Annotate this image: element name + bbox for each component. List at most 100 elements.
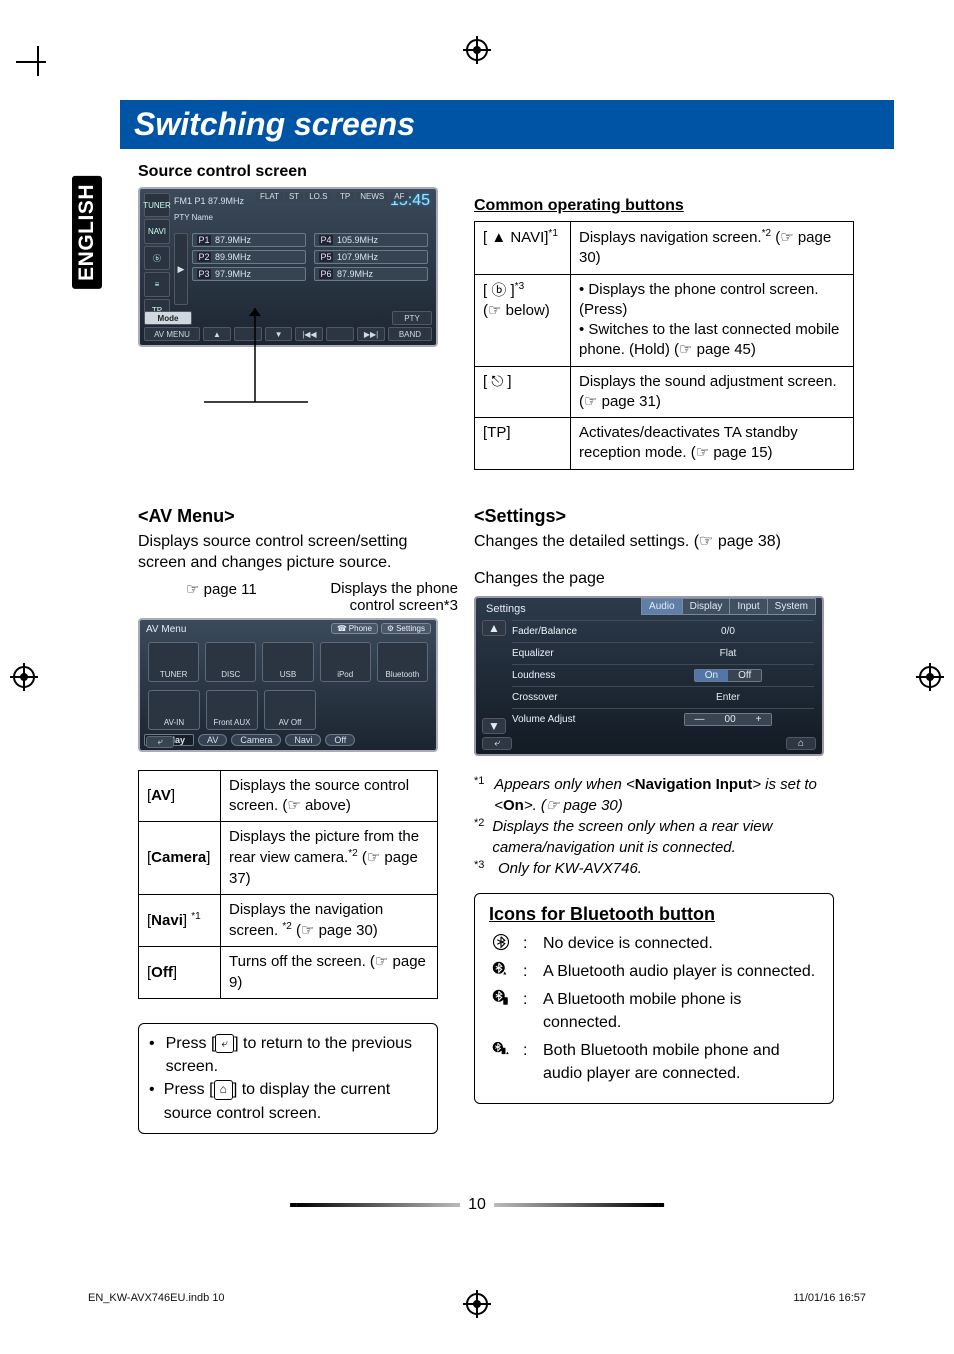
sb-tuner[interactable]: TUNER <box>144 193 170 217</box>
settings-row[interactable]: EqualizerFlat <box>512 642 814 664</box>
chip: NEWS <box>356 192 388 201</box>
display-option[interactable]: Camera <box>231 734 281 746</box>
settings-button[interactable]: ⚙Settings <box>381 623 431 634</box>
source-control-heading: Source control screen <box>138 163 894 181</box>
settings-heading: <Settings> <box>474 506 854 527</box>
tip: Press [⤶] to return to the previous scre… <box>166 1032 427 1078</box>
settings-tab[interactable]: Display <box>683 598 731 615</box>
preset-button[interactable]: P397.9MHz <box>192 267 306 281</box>
back-button[interactable]: ⤶ <box>482 737 512 750</box>
display-option[interactable]: AV <box>198 734 227 746</box>
display-option[interactable]: Off <box>325 734 355 746</box>
avmenu-heading: <AV Menu> <box>138 506 458 527</box>
common-buttons-heading: Common operating buttons <box>474 197 854 215</box>
av-key: [Off] <box>139 947 221 999</box>
footer-file: EN_KW-AVX746EU.indb 10 <box>88 1292 225 1304</box>
sb-eq[interactable]: ≡ <box>144 272 170 296</box>
bluetooth-icon <box>489 989 513 1034</box>
settings-row[interactable]: LoudnessOnOff <box>512 664 814 686</box>
registration-mark <box>916 663 944 691</box>
op-val: Displays the sound adjustment screen. (☞… <box>571 366 854 418</box>
settings-row[interactable]: CrossoverEnter <box>512 686 814 708</box>
footnote: *2Displays the screen only when a rear v… <box>474 816 854 858</box>
callout-arrow <box>140 308 380 428</box>
settings-tab[interactable]: Audio <box>641 598 683 615</box>
av-val: Displays the picture from the rear view … <box>221 822 438 895</box>
preset-button[interactable]: P687.9MHz <box>314 267 428 281</box>
bluetooth-icon <box>489 933 513 955</box>
registration-mark <box>463 36 491 64</box>
tips-box: •Press [⤶] to return to the previous scr… <box>138 1023 438 1134</box>
chip: TP <box>336 192 354 201</box>
av-val: Displays the source control screen. (☞ a… <box>221 770 438 822</box>
play-indicator: ▶ <box>174 233 188 305</box>
preset-button[interactable]: P187.9MHz <box>192 233 306 247</box>
crop-mark <box>16 16 60 81</box>
bt-icon-row: :A Bluetooth audio player is connected. <box>489 961 819 983</box>
settings-body: Changes the detailed settings. (☞ page 3… <box>474 531 854 553</box>
source-button[interactable]: iPod <box>320 642 371 682</box>
settings-row[interactable]: Volume Adjust—00+ <box>512 708 814 730</box>
home-icon: ⌂ <box>214 1080 233 1099</box>
footer-date: 11/01/16 16:57 <box>793 1292 866 1304</box>
home-button[interactable]: ⌂ <box>786 737 816 750</box>
avmenu-screenshot: AV Menu ☎Phone ⚙Settings TUNERDISCUSBiPo… <box>138 618 438 752</box>
page-title: Switching screens <box>120 100 894 149</box>
source-button[interactable]: USB <box>262 642 313 682</box>
pty-name: PTY Name <box>174 213 213 222</box>
bluetooth-icon <box>489 1040 513 1085</box>
settings-tab[interactable]: System <box>768 598 816 615</box>
av-key: [AV] <box>139 770 221 822</box>
band-button[interactable]: BAND <box>388 327 432 341</box>
page-down-button[interactable]: ▼ <box>482 718 506 734</box>
display-option[interactable]: Navi <box>285 734 321 746</box>
source-button[interactable]: TUNER <box>148 642 199 682</box>
phone-button[interactable]: ☎Phone <box>331 623 378 634</box>
op-key: [ ▲ NAVI]*1 <box>475 222 571 275</box>
settings-screenshot: Settings AudioDisplayInputSystem ▲ ▼ Fad… <box>474 596 824 756</box>
registration-mark <box>10 663 38 691</box>
chip: AF <box>390 192 408 201</box>
bluetooth-icons-box: Icons for Bluetooth button :No device is… <box>474 893 834 1104</box>
source-button[interactable]: Bluetooth <box>377 642 428 682</box>
op-val: • Displays the phone control screen. (Pr… <box>571 274 854 366</box>
source-button[interactable]: Front AUX <box>206 690 258 730</box>
bt-icon-row: :No device is connected. <box>489 933 819 955</box>
av-key: [Camera] <box>139 822 221 895</box>
avmenu-table: [AV] Displays the source control screen.… <box>138 770 438 999</box>
back-button[interactable]: ⤶ <box>146 736 174 748</box>
op-key: [ ⓑ ]*3(☞ below) <box>475 274 571 366</box>
preset-button[interactable]: P289.9MHz <box>192 250 306 264</box>
settings-title: Settings <box>486 603 526 615</box>
op-key: [TP] <box>475 418 571 470</box>
avmenu-body: Displays source control screen/setting s… <box>138 531 458 574</box>
preset-button[interactable]: P5107.9MHz <box>314 250 428 264</box>
op-key: [ ⎋ ] <box>475 366 571 418</box>
av-val: Turns off the screen. (☞ page 9) <box>221 947 438 999</box>
common-buttons-table: [ ▲ NAVI]*1 Displays navigation screen.*… <box>474 221 854 470</box>
av-key: [Navi] *1 <box>139 894 221 947</box>
preset-button[interactable]: P4105.9MHz <box>314 233 428 247</box>
back-icon: ⤶ <box>215 1034 234 1053</box>
tip: Press [⌂] to display the current source … <box>164 1078 427 1124</box>
avmenu-note-left: ☞ page 11 <box>138 580 257 614</box>
footnotes: *1Appears only when <Navigation Input> i… <box>474 774 854 879</box>
settings-row[interactable]: Fader/Balance0/0 <box>512 620 814 642</box>
fm-line: FM1 P1 87.9MHz <box>174 196 244 206</box>
settings-tab[interactable]: Input <box>730 598 767 615</box>
changes-page-label: Changes the page <box>474 568 854 590</box>
sb-navi[interactable]: NAVI <box>144 219 170 243</box>
page-number: 10 <box>290 1196 664 1214</box>
source-button[interactable]: DISC <box>205 642 256 682</box>
source-button[interactable]: AV-IN <box>148 690 200 730</box>
av-val: Displays the navigation screen. *2 (☞ pa… <box>221 894 438 947</box>
bluetooth-icon <box>489 961 513 983</box>
page-up-button[interactable]: ▲ <box>482 620 506 636</box>
chip: ST <box>285 192 303 201</box>
bt-icon-row: :A Bluetooth mobile phone is connected. <box>489 989 819 1034</box>
sb-bt[interactable]: ⓑ <box>144 246 170 270</box>
source-button[interactable]: AV Off <box>264 690 316 730</box>
pty-button[interactable]: PTY <box>392 311 432 325</box>
bt-icon-row: :Both Bluetooth mobile phone and audio p… <box>489 1040 819 1085</box>
avmenu-title: AV Menu <box>146 624 186 635</box>
